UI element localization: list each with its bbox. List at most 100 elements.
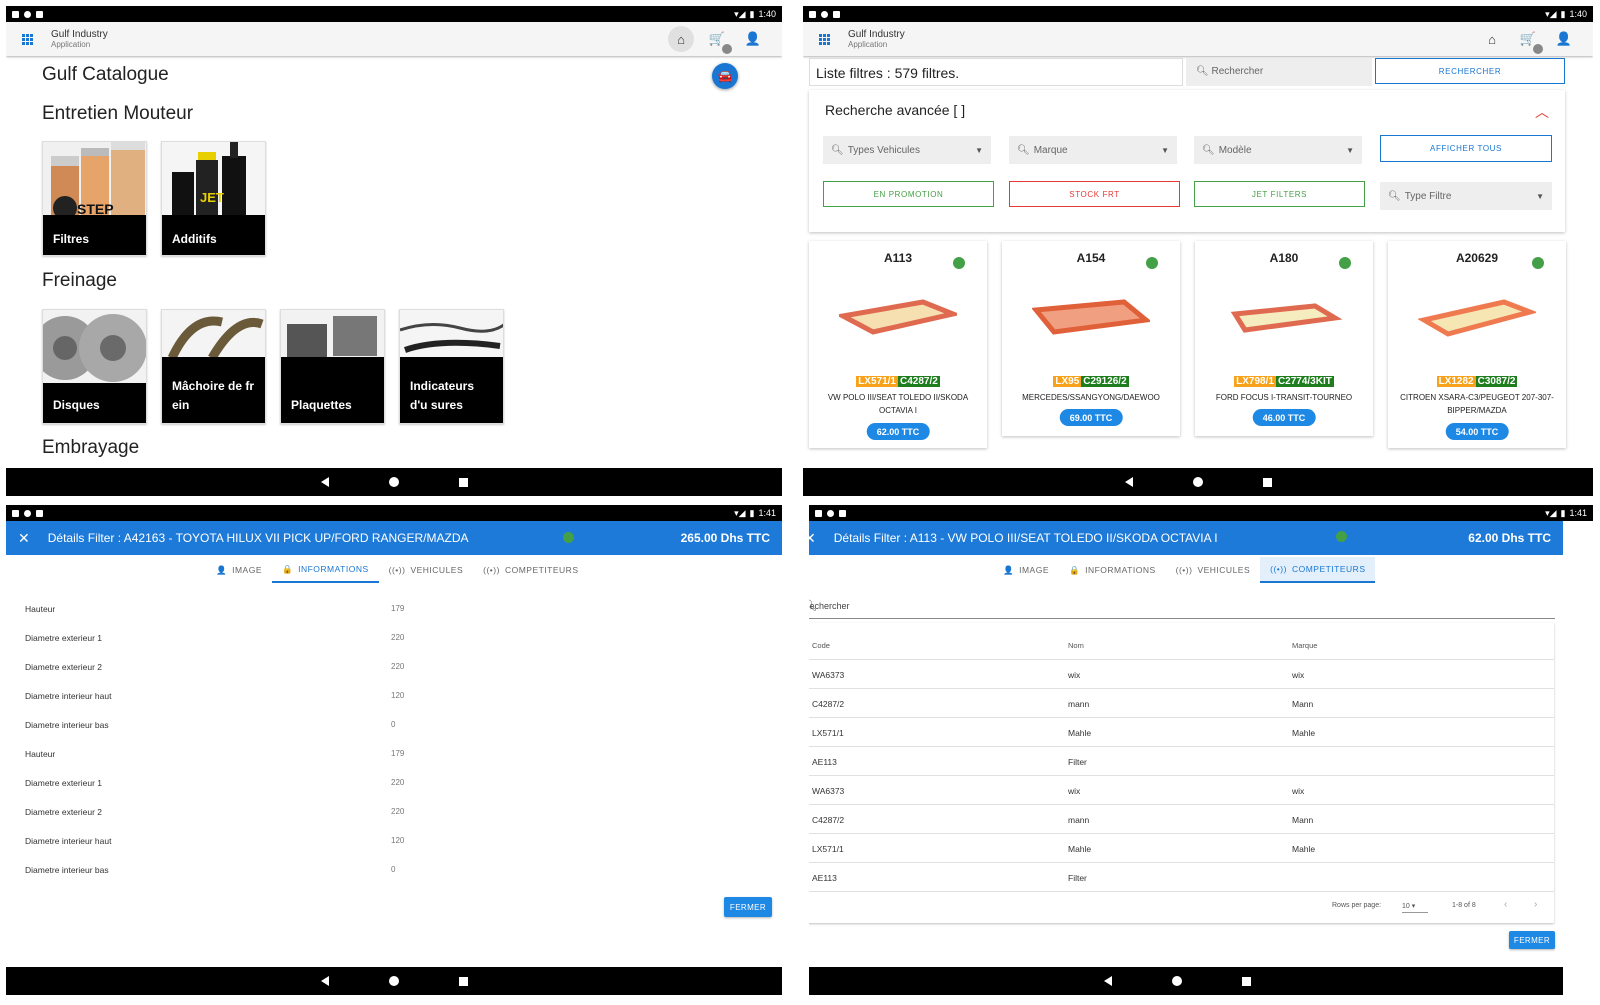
info-value: 220 bbox=[391, 778, 405, 787]
table-row[interactable]: AE113 Filter bbox=[809, 747, 1554, 776]
stock-status-dot bbox=[1339, 257, 1351, 269]
category-machoire[interactable]: Mâchoire de fr ein bbox=[161, 309, 266, 424]
close-icon[interactable]: ✕ bbox=[18, 530, 30, 547]
tab-informations[interactable]: 🔒 INFORMATIONS bbox=[272, 557, 379, 583]
home-nav-icon[interactable] bbox=[1172, 976, 1182, 986]
category-label: Plaquettes bbox=[281, 357, 384, 423]
back-icon[interactable] bbox=[1104, 976, 1112, 986]
column-header[interactable]: Nom bbox=[1068, 641, 1084, 650]
category-additifs[interactable]: JET Additifs bbox=[161, 141, 266, 256]
category-disques[interactable]: Disques bbox=[42, 309, 147, 424]
status-time: 1:41 bbox=[1569, 508, 1587, 518]
prev-page-icon[interactable]: ‹ bbox=[1504, 899, 1507, 910]
back-icon[interactable] bbox=[320, 976, 329, 986]
dialog-title: Détails Filter : A42163 - TOYOTA HILUX V… bbox=[47, 531, 469, 545]
table-row[interactable]: WA6373 wix wix bbox=[809, 776, 1554, 805]
app-name: Gulf Industry bbox=[848, 29, 905, 40]
chevron-up-icon[interactable]: ︿ bbox=[1535, 102, 1549, 122]
wifi-icon: ▾◢ bbox=[1545, 8, 1557, 19]
tab-vehicules[interactable]: ((•)) VEHICULES bbox=[1166, 557, 1261, 583]
price-badge: 54.00 TTC bbox=[1445, 423, 1509, 440]
tab-image[interactable]: 👤 IMAGE bbox=[993, 557, 1059, 583]
model-select[interactable]: 🔍︎ Modèle ▼ bbox=[1194, 136, 1362, 164]
back-icon[interactable] bbox=[320, 477, 329, 487]
competitor-search-input[interactable]: Rechercher 🔍︎ bbox=[809, 599, 1555, 619]
close-icon[interactable]: ✕ bbox=[809, 530, 816, 547]
table-row[interactable]: C4287/2 mann Mann bbox=[809, 689, 1554, 718]
stock-status-dot bbox=[1146, 257, 1158, 269]
car-fab-button[interactable]: 🚘 bbox=[712, 63, 738, 89]
jet-filters-button[interactable]: JET FILTERS bbox=[1194, 181, 1365, 207]
product-card[interactable]: A113 LX571/1 C4287/2 VW POLO III/SEAT TOL… bbox=[809, 241, 987, 448]
category-label: Disques bbox=[43, 383, 146, 423]
search-button[interactable]: RECHERCHER bbox=[1375, 58, 1565, 84]
table-row[interactable]: LX571/1 Mahle Mahle bbox=[809, 834, 1554, 863]
recents-icon[interactable] bbox=[458, 477, 468, 487]
product-card[interactable]: A154 LX95 C29126/2 MERCEDES/SSANGYONG/DAE… bbox=[1002, 241, 1180, 436]
tab-competiteurs[interactable]: ((•)) COMPETITEURS bbox=[1260, 557, 1376, 583]
info-label: Hauteur bbox=[25, 604, 56, 614]
vehicle-types-select[interactable]: 🔍︎ Types Vehicules ▼ bbox=[823, 136, 991, 164]
tab-competiteurs[interactable]: ((•)) COMPETITEURS bbox=[473, 557, 588, 583]
signal-icon: ((•)) bbox=[388, 565, 406, 575]
info-label: Diametre exterieur 1 bbox=[25, 778, 103, 788]
catalogue-screen: ▾◢ ▮ 1:40 Gulf Industry Application ⌂ 🛒 👤 G… bbox=[6, 6, 782, 496]
status-time: 1:40 bbox=[758, 9, 776, 19]
tab-vehicules[interactable]: ((•)) VEHICULES bbox=[379, 557, 474, 583]
status-bar: ▾◢ ▮ 1:40 bbox=[6, 6, 782, 22]
home-icon[interactable]: ⌂ bbox=[1479, 26, 1505, 52]
battery-icon: ▮ bbox=[1560, 507, 1566, 518]
product-card[interactable]: A180 LX798/1 C2774/3KIT FORD FOCUS I-TRAN… bbox=[1195, 241, 1373, 436]
table-row[interactable]: LX571/1 Mahle Mahle bbox=[809, 718, 1554, 747]
column-header[interactable]: Code bbox=[812, 641, 830, 650]
category-filtres[interactable]: STEP Filtres bbox=[42, 141, 147, 256]
account-icon[interactable]: 👤 bbox=[740, 26, 766, 52]
code-cell: C4287/2 bbox=[812, 699, 845, 709]
tab-image[interactable]: 👤 IMAGE bbox=[206, 557, 272, 583]
close-button[interactable]: FERMER bbox=[1509, 931, 1555, 949]
filter-type-select[interactable]: 🔍︎ Type Filtre ▼ bbox=[1380, 182, 1552, 210]
rows-per-page-select[interactable]: 10 ▾ bbox=[1402, 902, 1428, 913]
account-icon[interactable]: 👤 bbox=[1551, 26, 1577, 52]
search-input[interactable]: 🔍︎ Rechercher bbox=[1186, 58, 1372, 86]
column-header[interactable]: Marque bbox=[1292, 641, 1317, 650]
code-cell: LX571/1 bbox=[812, 844, 844, 854]
info-value: 120 bbox=[391, 836, 405, 845]
filters-count-label: Liste filtres : 579 filtres. bbox=[809, 58, 1183, 86]
cart-icon[interactable]: 🛒 bbox=[1515, 26, 1543, 54]
home-nav-icon[interactable] bbox=[388, 477, 399, 487]
home-nav-icon[interactable] bbox=[388, 976, 399, 986]
recents-icon[interactable] bbox=[458, 976, 468, 986]
tab-label: COMPETITEURS bbox=[1291, 564, 1366, 574]
close-button[interactable]: FERMER bbox=[724, 897, 772, 917]
table-row[interactable]: C4287/2 mann Mann bbox=[809, 805, 1554, 834]
brand-select[interactable]: 🔍︎ Marque ▼ bbox=[1009, 136, 1177, 164]
info-label: Diametre interieur bas bbox=[25, 865, 109, 875]
info-label: Hauteur bbox=[25, 749, 56, 759]
info-value: 179 bbox=[391, 604, 405, 613]
stock-frt-button[interactable]: STOCK FRT bbox=[1009, 181, 1180, 207]
select-label: Types Vehicules bbox=[847, 144, 920, 156]
home-nav-icon[interactable] bbox=[1192, 477, 1203, 487]
back-icon[interactable] bbox=[1124, 477, 1133, 487]
show-all-button[interactable]: AFFICHER TOUS bbox=[1380, 135, 1552, 162]
table-row[interactable]: AE113 Filter bbox=[809, 863, 1554, 892]
promotion-button[interactable]: EN PROMOTION bbox=[823, 181, 994, 207]
category-indicateurs[interactable]: Indicateurs d'u sures bbox=[399, 309, 504, 424]
apps-grid-icon[interactable] bbox=[819, 33, 830, 45]
category-label: Additifs bbox=[162, 215, 265, 255]
app-subtitle: Application bbox=[848, 40, 888, 49]
table-row[interactable]: WA6373 wix wix bbox=[809, 660, 1554, 689]
tab-informations[interactable]: 🔒 INFORMATIONS bbox=[1059, 557, 1166, 583]
category-plaquettes[interactable]: Plaquettes bbox=[280, 309, 385, 424]
recents-icon[interactable] bbox=[1242, 976, 1251, 986]
info-value: 220 bbox=[391, 633, 405, 642]
home-icon[interactable]: ⌂ bbox=[668, 26, 694, 52]
product-card[interactable]: A20629 LX1282 C3087/2 CITROEN XSARA-C3/PE… bbox=[1388, 241, 1566, 448]
apps-grid-icon[interactable] bbox=[22, 33, 33, 45]
tab-label: VEHICULES bbox=[410, 565, 464, 575]
recents-icon[interactable] bbox=[1262, 477, 1272, 487]
cart-icon[interactable]: 🛒 bbox=[704, 26, 732, 54]
table-header: Code Nom Marque bbox=[809, 631, 1554, 660]
next-page-icon[interactable]: › bbox=[1534, 899, 1537, 910]
